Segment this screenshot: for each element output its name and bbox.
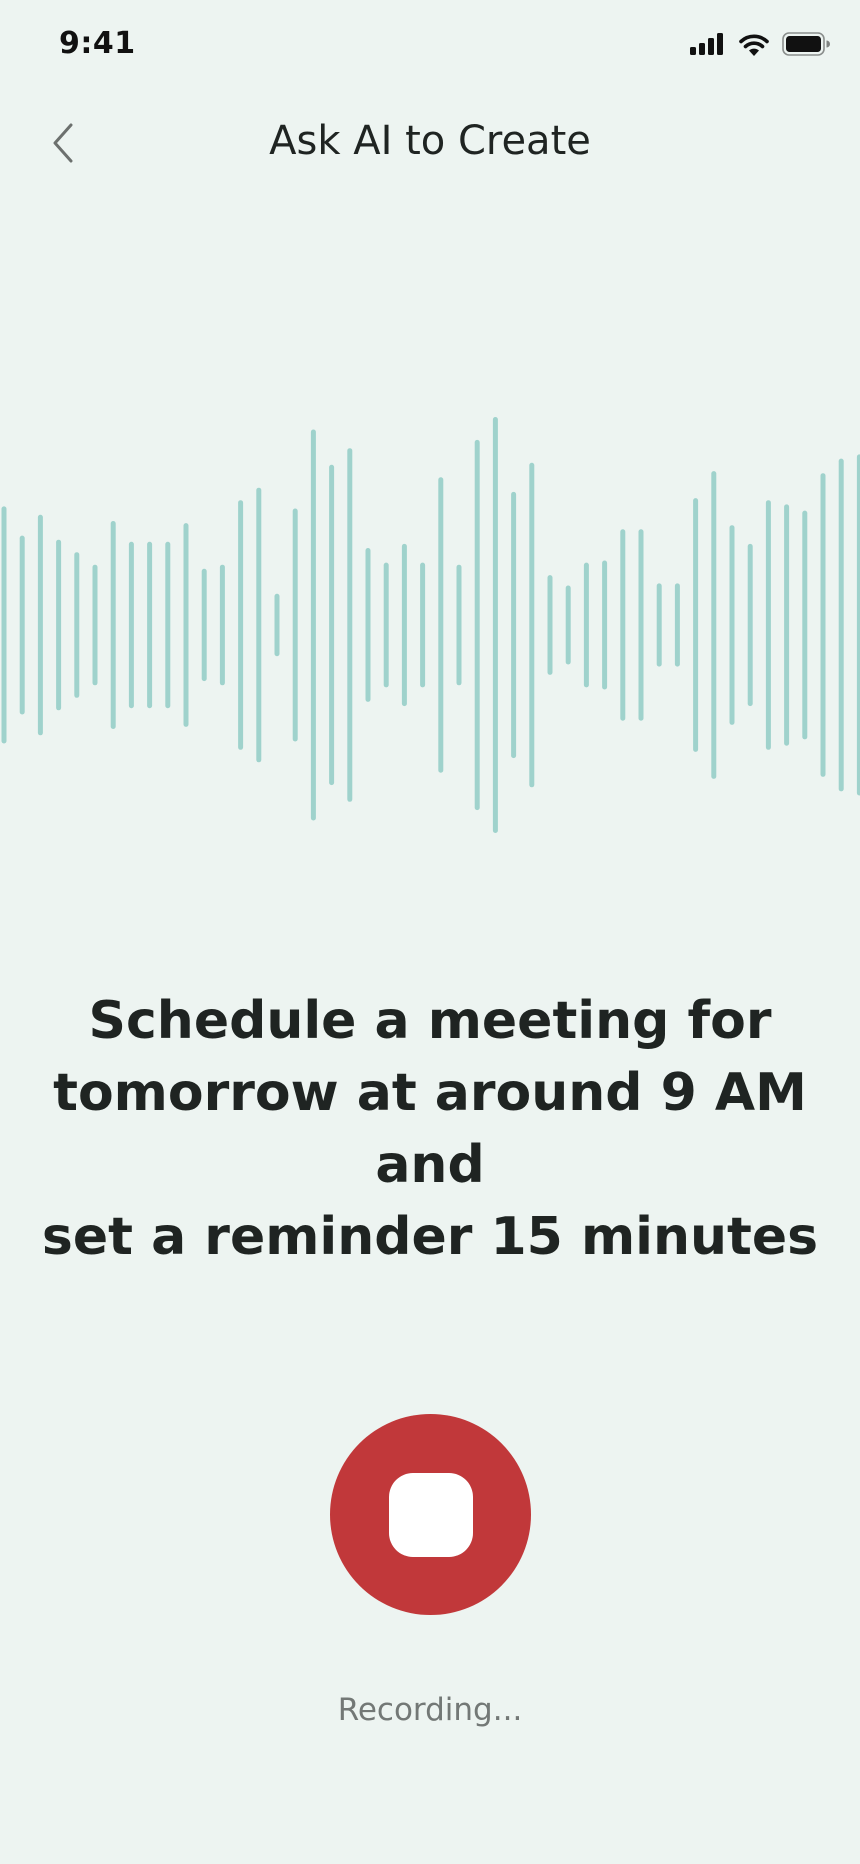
waveform-bar [110,521,116,729]
waveform-bar [329,464,335,786]
waveform-bar [747,543,753,707]
cellular-signal-icon [690,33,726,60]
status-bar: 9:41 [0,0,860,90]
waveform-bar [92,564,98,686]
waveform-bar [620,529,626,721]
waveform-bar [474,439,480,811]
battery-icon [782,32,830,61]
waveform-bar [165,541,171,709]
page-title: Ask AI to Create [269,118,591,164]
waveform-bar [1,506,7,744]
waveform-bar [547,575,553,675]
waveform-bar [383,562,389,688]
waveform-bar [292,508,298,742]
waveform-bar [656,583,662,667]
audio-waveform [1,417,860,833]
transcript-line: set a reminder 15 minutes [41,1207,819,1267]
waveform-bar [511,491,517,759]
waveform-bar [256,487,262,763]
waveform-bar [401,543,407,707]
waveform-bar [456,564,462,686]
waveform-bar [729,525,735,725]
wifi-icon [738,32,770,61]
transcript-text: Schedule a meeting for tomorrow at aroun… [30,985,830,1273]
waveform-bar [674,583,680,667]
waveform-bar [347,448,353,802]
waveform-bar [56,539,62,711]
status-time: 9:41 [59,26,136,61]
waveform-bar [492,417,498,833]
waveform-bar [201,568,207,682]
waveform-bar [128,541,134,709]
stop-recording-button[interactable] [330,1414,531,1615]
waveform-bar [711,471,717,779]
waveform-bar [19,535,25,715]
waveform-bar [219,564,225,686]
waveform-bar [802,510,808,740]
transcript-line: Schedule a meeting for [88,991,772,1051]
waveform-bar [310,429,316,821]
waveform-bar [838,458,844,792]
waveform-bar [820,473,826,777]
waveform-bar [784,504,790,746]
transcript-line: tomorrow at around 9 AM and [53,1063,807,1195]
waveform-bar [438,477,444,773]
waveform-bar [693,498,699,752]
waveform-bar [274,593,280,657]
waveform-bar [583,562,589,688]
waveform-bar [602,560,608,690]
stop-icon [388,1472,473,1557]
waveform-bar [365,548,371,702]
status-icons [690,32,830,61]
waveform-bar [37,514,43,736]
waveform-bar [74,552,80,698]
waveform-bar [638,529,644,721]
waveform-bar [183,523,189,727]
waveform-bar [420,562,426,688]
nav-bar: Ask AI to Create [0,110,860,180]
waveform-bar [529,462,535,788]
waveform-bar [565,585,571,665]
recording-status: Recording... [337,1692,523,1728]
waveform-bar [765,500,771,750]
waveform-bar [238,500,244,750]
waveform-bar [147,541,153,709]
